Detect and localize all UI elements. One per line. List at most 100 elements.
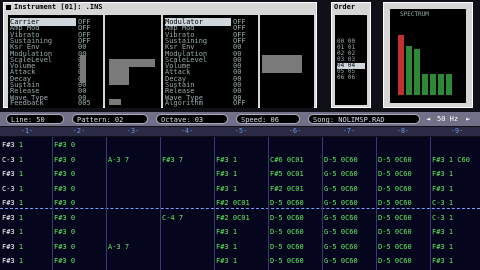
- pattern-cell[interactable]: D-5 0C60: [378, 167, 412, 181]
- pattern-cell[interactable]: D-5 0C60: [270, 196, 304, 210]
- pattern-cell[interactable]: G-5 0C60: [324, 211, 358, 225]
- effect: 0C60: [390, 170, 412, 178]
- pattern-cell[interactable]: D-5 0C60: [270, 225, 304, 239]
- pattern-row[interactable]: F#3 1 F#3 0 F#2 0C01 D-5 0C60 G-5 0C60 D-5 0C…: [0, 196, 480, 210]
- channel-header[interactable]: -5-: [214, 127, 268, 136]
- right-arrow-icon[interactable]: ►: [466, 114, 470, 124]
- pattern-cell[interactable]: F#3 1: [432, 167, 453, 181]
- pattern-cell[interactable]: D-5 0C60: [378, 240, 412, 254]
- pattern-cell[interactable]: F#3 1: [216, 254, 237, 268]
- pattern-cell[interactable]: F#3 1: [216, 153, 237, 167]
- channel-header[interactable]: -8-: [376, 127, 430, 136]
- effect: 0C01: [228, 213, 250, 222]
- pattern-cell[interactable]: C#6 0C01: [270, 153, 304, 167]
- speed-field[interactable]: Speed: 06: [236, 114, 300, 124]
- pattern-cell[interactable]: F#3 0: [54, 211, 75, 225]
- pattern-cell[interactable]: F#3 1: [216, 182, 237, 196]
- pattern-cell[interactable]: F#3 0: [54, 153, 75, 167]
- spectrum-bar: [438, 74, 444, 95]
- pattern-cell[interactable]: D-5 0C60: [378, 196, 412, 210]
- pattern-cell[interactable]: F#3 1: [432, 254, 453, 268]
- pattern-row[interactable]: F#3 1 F#3 0: [0, 138, 480, 152]
- pattern-cell[interactable]: F#3 0: [54, 240, 75, 254]
- pattern-cell[interactable]: F#3 1: [216, 240, 237, 254]
- note: F#3: [2, 213, 15, 222]
- pattern-cell[interactable]: C-3 1: [2, 182, 23, 196]
- pattern-row[interactable]: F#3 1 F#3 0 F#3 1 D-5 0C60 G-5 0C60 D-5 0C60 F…: [0, 254, 480, 268]
- pattern-cell[interactable]: F#3 0: [54, 196, 75, 210]
- channel-header[interactable]: -3-: [106, 127, 160, 136]
- pattern-cell[interactable]: D-5 0C60: [270, 240, 304, 254]
- pattern-cell[interactable]: G-5 0C60: [324, 196, 358, 210]
- pattern-cell[interactable]: F#2 0C01: [270, 182, 304, 196]
- pattern-row[interactable]: C-3 1 F#3 0 A-3 7 F#3 7 F#3 1 C#6 0C01 D-5 0C6…: [0, 153, 480, 167]
- pattern-cell[interactable]: D-5 0C60: [270, 254, 304, 268]
- pattern-cell[interactable]: F#3 1: [432, 225, 453, 239]
- pattern-cell[interactable]: F#3 7: [162, 153, 183, 167]
- pattern-cell[interactable]: F#3 0: [54, 254, 75, 268]
- order-row[interactable]: 06 06: [337, 75, 365, 81]
- pattern-row[interactable]: F#3 1 F#3 0 F#3 1 F#5 0C01 G-5 0C60 D-5 0C60 F…: [0, 167, 480, 181]
- pattern-cell[interactable]: D-5 0C60: [270, 211, 304, 225]
- channel-header[interactable]: -6-: [268, 127, 322, 136]
- pattern-cell[interactable]: F#3 0: [54, 182, 75, 196]
- order-list[interactable]: 00 00 01 01 02 02 03 03 04 04 05 05 06 06: [335, 15, 367, 105]
- pattern-cell[interactable]: F#3 1: [2, 225, 23, 239]
- pattern-cell[interactable]: F#5 0C01: [270, 167, 304, 181]
- pattern-field[interactable]: Pattern: 02: [72, 114, 148, 124]
- close-icon[interactable]: [6, 5, 11, 10]
- pattern-cell[interactable]: F#3 0: [54, 225, 75, 239]
- pattern-cell[interactable]: C-4 7: [162, 211, 183, 225]
- line-field[interactable]: Line: 50: [6, 114, 64, 124]
- pattern-cell[interactable]: C-3 1: [432, 196, 453, 210]
- refresh-rate[interactable]: 50 Hz: [437, 114, 458, 124]
- feedback-value[interactable]: 005: [78, 99, 102, 107]
- channel-header[interactable]: -9-: [430, 127, 480, 136]
- pattern-cell[interactable]: F#3 1 C60: [432, 153, 470, 167]
- pattern-cell[interactable]: F#3 0: [54, 138, 75, 152]
- pattern-cell[interactable]: F#3 1: [2, 196, 23, 210]
- pattern-cell[interactable]: F#2 0C01: [216, 196, 250, 210]
- pattern-cell[interactable]: G-5 0C60: [324, 182, 358, 196]
- pattern-cell[interactable]: F#3 1: [2, 211, 23, 225]
- pattern-cell[interactable]: F#3 1: [432, 182, 453, 196]
- pattern-cell[interactable]: F#3 1: [2, 254, 23, 268]
- pattern-cell[interactable]: F#3 1: [2, 167, 23, 181]
- pattern-editor[interactable]: F#3 1 F#3 0 C-3 1 F#3 0 A-3 7 F#3 7 F#3 1 C#6 0…: [0, 137, 480, 270]
- envelope-shape: [109, 67, 129, 85]
- pattern-cell[interactable]: F#3 1: [2, 138, 23, 152]
- pattern-cell[interactable]: A-3 7: [108, 153, 129, 167]
- pattern-cell[interactable]: D-5 0C60: [378, 182, 412, 196]
- pattern-cell[interactable]: G-5 0C60: [324, 225, 358, 239]
- channel-header[interactable]: -7-: [322, 127, 376, 136]
- pattern-cell[interactable]: G-5 0C60: [324, 240, 358, 254]
- pattern-cell[interactable]: F#3 0: [54, 167, 75, 181]
- pattern-cell[interactable]: D-5 0C60: [378, 225, 412, 239]
- pattern-cell[interactable]: G-5 0C60: [324, 254, 358, 268]
- pattern-cell[interactable]: G-5 0C60: [324, 167, 358, 181]
- pattern-row[interactable]: F#3 1 F#3 0 F#3 1 D-5 0C60 G-5 0C60 D-5 0C60 F…: [0, 225, 480, 239]
- pattern-cell[interactable]: D-5 0C60: [378, 211, 412, 225]
- left-arrow-icon[interactable]: ◄: [426, 114, 430, 124]
- pattern-cell[interactable]: D-5 0C60: [378, 254, 412, 268]
- channel-header[interactable]: -1-: [0, 127, 54, 136]
- pattern-cell[interactable]: F#3 1: [2, 240, 23, 254]
- pattern-cell[interactable]: C-3 1: [2, 153, 23, 167]
- pattern-cell[interactable]: F#3 1: [432, 240, 453, 254]
- song-field[interactable]: Song: NOLIMSP.RAD: [308, 114, 420, 124]
- pattern-row[interactable]: F#3 1 F#3 0 A-3 7 F#3 1 D-5 0C60 G-5 0C60 D-5 …: [0, 240, 480, 254]
- note: F#3: [216, 170, 229, 178]
- octave-field[interactable]: Octave: 03: [156, 114, 228, 124]
- pattern-cell[interactable]: D-5 0C60: [324, 153, 358, 167]
- pattern-cell[interactable]: F#3 1: [216, 167, 237, 181]
- channel-header[interactable]: -2-: [52, 127, 106, 136]
- pattern-cell[interactable]: A-3 7: [108, 240, 129, 254]
- pattern-cell[interactable]: F#3 1: [216, 225, 237, 239]
- pattern-cell[interactable]: C-3 1: [432, 211, 453, 225]
- algorithm-value[interactable]: OFF: [233, 99, 257, 107]
- pattern-row[interactable]: C-3 1 F#3 0 F#3 1 F#2 0C01 G-5 0C60 D-5 0C60 F…: [0, 182, 480, 196]
- pattern-row[interactable]: F#3 1 F#3 0 C-4 7 F#2 0C01 D-5 0C60 G-5 0C60 D…: [0, 211, 480, 225]
- channel-header[interactable]: -4-: [160, 127, 214, 136]
- pattern-cell[interactable]: D-5 0C60: [378, 153, 412, 167]
- pattern-cell[interactable]: F#2 0C01: [216, 211, 250, 225]
